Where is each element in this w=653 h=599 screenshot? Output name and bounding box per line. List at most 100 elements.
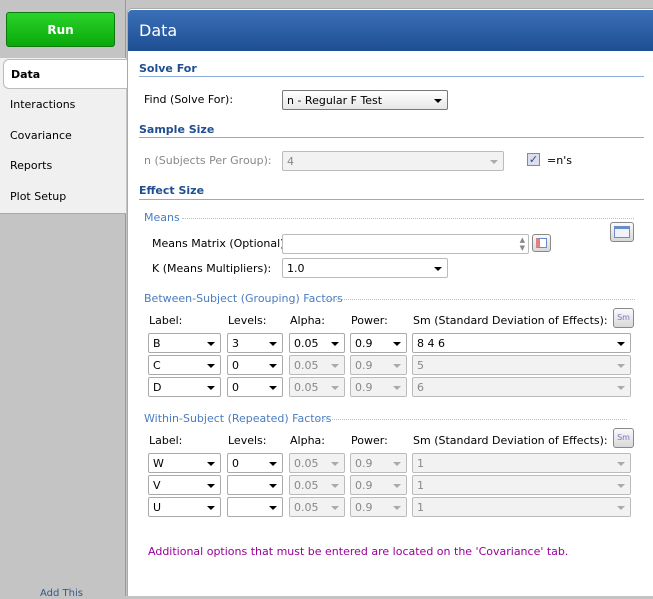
sm-value: 6 — [417, 380, 424, 394]
sm-icon: Sm — [617, 433, 630, 442]
between-sm-select[interactable]: 8 4 6 — [412, 333, 631, 353]
between-power-select[interactable]: 0.9 — [350, 333, 407, 353]
between-label-select[interactable]: C — [148, 355, 221, 375]
alpha-value: 0.05 — [294, 456, 319, 470]
between-alpha-select[interactable]: 0.05 — [289, 377, 345, 397]
within-alpha-select[interactable]: 0.05 — [289, 497, 345, 517]
tab-plot-setup[interactable]: Plot Setup — [0, 181, 126, 211]
alpha-value: 0.05 — [294, 478, 319, 492]
between-label-select[interactable]: D — [148, 377, 221, 397]
page-title: Data — [128, 10, 653, 51]
between-alpha-select[interactable]: 0.05 — [289, 333, 345, 353]
chevron-down-icon — [617, 386, 625, 390]
means-grid-button[interactable] — [610, 222, 634, 242]
column-header-power: Power: — [351, 314, 388, 327]
divider — [139, 76, 644, 77]
levels-value: 0 — [232, 358, 239, 372]
between-sm-select[interactable]: 6 — [412, 377, 631, 397]
chevron-down-icon — [617, 462, 625, 466]
chevron-down-icon — [617, 484, 625, 488]
chevron-down-icon — [331, 462, 339, 466]
solve-for-value: n - Regular F Test — [287, 93, 383, 107]
within-sm-select[interactable]: 1 — [412, 475, 631, 495]
chevron-down-icon — [434, 267, 442, 271]
tab-reports[interactable]: Reports — [0, 150, 126, 180]
sm-icon: Sm — [617, 313, 630, 322]
within-levels-select[interactable]: 0 — [227, 453, 283, 473]
tab-covariance[interactable]: Covariance — [0, 120, 126, 150]
levels-value: 0 — [232, 380, 239, 394]
within-alpha-select[interactable]: 0.05 — [289, 453, 345, 473]
find-label: Find (Solve For): — [144, 93, 234, 106]
power-value: 0.9 — [355, 358, 373, 372]
equal-n-label: =n's — [547, 154, 572, 167]
solve-for-select[interactable]: n - Regular F Test — [282, 90, 448, 110]
between-alpha-select[interactable]: 0.05 — [289, 355, 345, 375]
levels-value: 3 — [232, 336, 239, 350]
within-power-select[interactable]: 0.9 — [350, 475, 407, 495]
chevron-down-icon — [331, 386, 339, 390]
between-levels-select[interactable]: 0 — [227, 355, 283, 375]
power-value: 0.9 — [355, 478, 373, 492]
within-power-select[interactable]: 0.9 — [350, 453, 407, 473]
equal-n-checkbox[interactable]: ✓ — [527, 153, 540, 166]
matrix-icon — [536, 238, 547, 248]
within-label-select[interactable]: V — [148, 475, 221, 495]
chevron-down-icon — [331, 364, 339, 368]
within-power-select[interactable]: 0.9 — [350, 497, 407, 517]
alpha-value: 0.05 — [294, 336, 319, 350]
divider — [325, 299, 635, 300]
between-label-select[interactable]: B — [148, 333, 221, 353]
matrix-edit-button[interactable] — [532, 234, 551, 252]
chevron-down-icon — [269, 386, 277, 390]
means-matrix-input[interactable]: ▲ ▼ — [282, 234, 529, 254]
column-header-alpha: Alpha: — [290, 314, 325, 327]
tab-interactions[interactable]: Interactions — [0, 89, 126, 119]
between-sm-select[interactable]: 5 — [412, 355, 631, 375]
chevron-down-icon — [617, 342, 625, 346]
chevron-down-icon — [617, 364, 625, 368]
chevron-down-icon — [393, 342, 401, 346]
within-label-select[interactable]: W — [148, 453, 221, 473]
sm-calculator-button[interactable]: Sm — [613, 428, 634, 448]
column-header-label: Label: — [149, 314, 183, 327]
between-levels-select[interactable]: 3 — [227, 333, 283, 353]
power-value: 0.9 — [355, 456, 373, 470]
power-value: 0.9 — [355, 336, 373, 350]
chevron-down-icon — [269, 364, 277, 368]
within-sm-select[interactable]: 1 — [412, 453, 631, 473]
within-alpha-select[interactable]: 0.05 — [289, 475, 345, 495]
table-icon — [614, 226, 630, 238]
chevron-down-icon — [269, 342, 277, 346]
chevron-down-icon — [207, 462, 215, 466]
sm-calculator-button[interactable]: Sm — [613, 308, 634, 328]
between-levels-select[interactable]: 0 — [227, 377, 283, 397]
spinner-icon[interactable]: ▲ ▼ — [520, 236, 525, 252]
n-label: n (Subjects Per Group): — [144, 154, 272, 167]
run-button[interactable]: Run — [6, 12, 115, 47]
divider — [139, 199, 644, 200]
within-levels-select[interactable] — [227, 475, 283, 495]
k-select[interactable]: 1.0 — [282, 258, 448, 278]
between-power-select[interactable]: 0.9 — [350, 355, 407, 375]
within-label-select[interactable]: U — [148, 497, 221, 517]
column-header-sm: Sm (Standard Deviation of Effects): — [413, 314, 608, 327]
chevron-down-icon — [269, 484, 277, 488]
within-levels-select[interactable] — [227, 497, 283, 517]
n-value: 4 — [287, 154, 294, 168]
chevron-down-icon — [207, 386, 215, 390]
chevron-down-icon — [393, 364, 401, 368]
label-value: U — [153, 500, 162, 514]
sm-value: 1 — [417, 456, 424, 470]
alpha-value: 0.05 — [294, 500, 319, 514]
add-this-link[interactable]: Add This — [40, 588, 83, 599]
chevron-down-icon — [393, 484, 401, 488]
tab-data[interactable]: Data — [3, 59, 127, 89]
chevron-down-icon — [393, 506, 401, 510]
n-input[interactable]: 4 — [282, 151, 504, 171]
chevron-down-icon — [207, 342, 215, 346]
between-power-select[interactable]: 0.9 — [350, 377, 407, 397]
k-label: K (Means Multipliers): — [152, 262, 272, 275]
within-sm-select[interactable]: 1 — [412, 497, 631, 517]
covariance-note: Additional options that must be entered … — [148, 545, 569, 558]
